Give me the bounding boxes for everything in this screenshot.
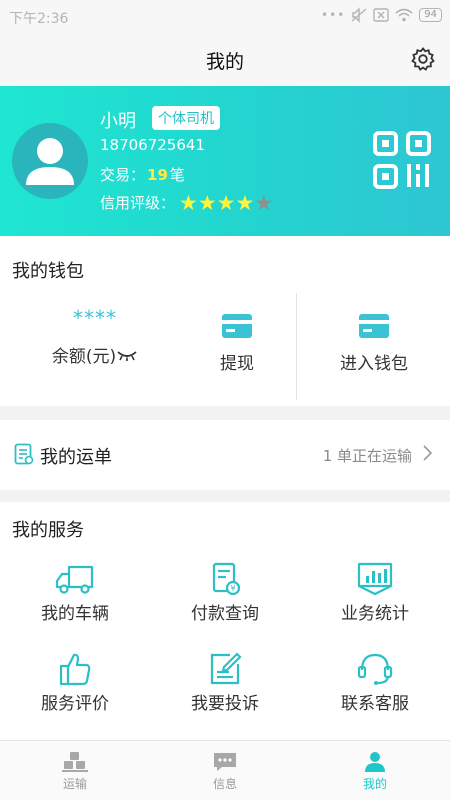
star-filled-icon: ★ [179,190,198,215]
balance-masked-value: **** [73,306,117,330]
tab-label: 运输 [62,777,87,791]
sim-icon [373,8,389,22]
nav-bar: 我的 [0,32,450,86]
tab-mine[interactable]: 我的 [300,741,450,800]
balance-item[interactable]: **** 余额(元) [20,294,170,404]
wallet-section: 我的钱包 **** 余额(元) 提现 进入钱包 [0,236,450,406]
status-bar: 下午2:36 ••• 94 [0,0,450,32]
profile-banner: 小明 个体司机 18706725641 交易： 19 笔 信用评级： ★ ★ ★ ★ ★ [0,86,450,236]
star-filled-icon: ★ [197,190,217,215]
qr-code-icon[interactable] [372,130,432,190]
waybill-title: 我的运单 [40,447,112,468]
mute-icon [351,7,367,23]
enter-wallet-button[interactable]: 进入钱包 [299,294,449,404]
service-payment-query[interactable]: ¥ 付款查询 [150,562,300,624]
complaint-edit-icon [210,652,242,685]
role-badge: 个体司机 [152,106,220,130]
waybill-status: 1 单正在运输 [322,447,412,465]
waybill-row[interactable]: 我的运单 1 单正在运输 [0,420,450,490]
thumbs-up-icon [59,653,91,686]
balance-label: 余额(元) [51,347,117,367]
wallet-title: 我的钱包 [12,261,84,282]
wallet-divider [296,293,297,400]
credit-rating-row: 信用评级： ★ ★ ★ ★ ★ [100,192,273,213]
card-icon [222,314,252,338]
services-title: 我的服务 [12,520,84,541]
service-label: 付款查询 [191,604,259,624]
truck-icon [55,565,94,594]
tab-transport[interactable]: 运输 [0,741,150,800]
service-label: 我的车辆 [41,604,109,624]
user-phone: 18706725641 [100,136,205,154]
withdraw-label: 提现 [220,354,254,374]
tab-messages[interactable]: 信息 [150,741,300,800]
waybill-document-icon [14,443,34,465]
credit-label: 信用评级： [100,194,176,212]
star-filled-icon: ★ [235,190,255,215]
page-title: 我的 [205,51,244,73]
service-label: 我要投诉 [191,694,259,714]
avatar[interactable] [12,123,88,199]
service-statistics[interactable]: 业务统计 [300,562,450,624]
rating-stars: ★ ★ ★ ★ ★ [179,190,274,215]
star-filled-icon: ★ [216,190,236,215]
service-complaint[interactable]: 我要投诉 [150,652,300,714]
service-contact-support[interactable]: 联系客服 [300,652,450,714]
service-my-vehicle[interactable]: 我的车辆 [0,562,150,624]
status-time: 下午2:36 [9,11,69,27]
service-label: 服务评价 [41,694,109,714]
payment-receipt-icon: ¥ [212,562,241,596]
eye-closed-icon[interactable] [116,348,138,362]
system-icons: ••• 94 [321,7,442,23]
gear-icon[interactable] [410,46,436,72]
star-empty-icon: ★ [254,190,274,215]
trade-unit: 笔 [169,166,185,184]
battery-indicator: 94 [419,8,442,22]
headset-icon [357,653,393,685]
statistics-board-icon [357,562,393,596]
message-icon [214,753,236,771]
services-section: 我的服务 我的车辆 ¥ 付款查询 业务统计 服务评价 我要投诉 联系客服 [0,502,450,740]
tab-label: 我的 [362,777,387,791]
more-dots-icon: ••• [321,8,346,22]
card-icon [359,314,389,338]
withdraw-button[interactable]: 提现 [162,294,312,404]
svg-text:¥: ¥ [230,584,235,593]
trade-label: 交易： [100,166,146,184]
default-avatar-icon [26,138,74,185]
trade-count-row: 交易： 19 笔 [100,164,185,185]
transport-boxes-icon [62,752,88,772]
tab-label: 信息 [212,777,237,791]
user-icon [365,752,385,772]
tab-bar: 运输 信息 我的 [0,740,450,800]
chevron-right-icon [423,445,432,461]
service-label: 业务统计 [341,604,409,624]
trade-count: 19 [147,166,168,184]
enter-wallet-label: 进入钱包 [340,354,408,374]
wifi-icon [395,8,413,22]
user-name: 小明 [100,111,136,132]
service-label: 联系客服 [341,694,409,714]
service-rating[interactable]: 服务评价 [0,652,150,714]
